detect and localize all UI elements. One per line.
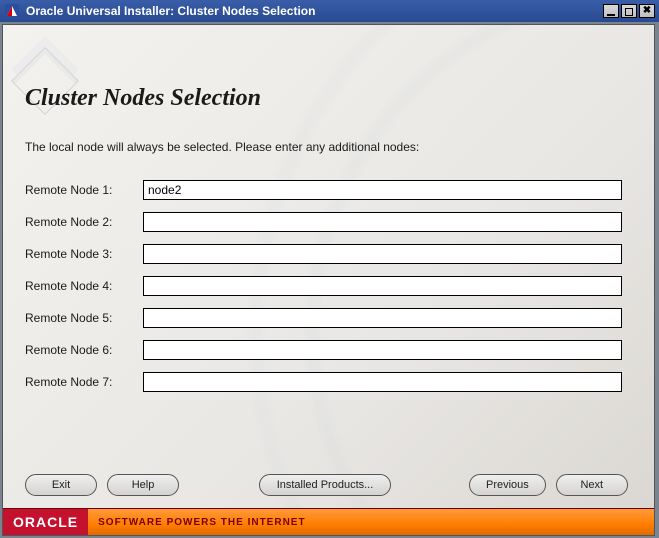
client-area: Cluster Nodes Selection The local node w… [2,24,655,536]
next-button[interactable]: Next [556,474,628,496]
remote-node-row: Remote Node 3: [25,244,622,264]
remote-node-label: Remote Node 1: [25,183,143,197]
footer-bar: ORACLE SOFTWARE POWERS THE INTERNET [3,508,654,535]
remote-node-label: Remote Node 7: [25,375,143,389]
remote-node-4-input[interactable] [143,276,622,296]
window: Oracle Universal Installer: Cluster Node… [0,0,659,538]
remote-node-row: Remote Node 2: [25,212,622,232]
remote-node-row: Remote Node 6: [25,340,622,360]
remote-node-5-input[interactable] [143,308,622,328]
close-button[interactable] [639,4,655,18]
minimize-button[interactable] [603,4,619,18]
exit-button[interactable]: Exit [25,474,97,496]
button-bar: Exit Help Installed Products... Previous… [3,463,654,507]
remote-node-label: Remote Node 3: [25,247,143,261]
previous-button[interactable]: Previous [469,474,546,496]
remote-node-label: Remote Node 5: [25,311,143,325]
remote-node-row: Remote Node 4: [25,276,622,296]
remote-node-row: Remote Node 5: [25,308,622,328]
remote-nodes-form: Remote Node 1: Remote Node 2: Remote Nod… [25,180,632,392]
remote-node-label: Remote Node 6: [25,343,143,357]
remote-node-2-input[interactable] [143,212,622,232]
installed-products-button[interactable]: Installed Products... [259,474,391,496]
remote-node-7-input[interactable] [143,372,622,392]
window-title: Oracle Universal Installer: Cluster Node… [26,4,315,18]
app-icon [4,3,20,19]
instruction-text: The local node will always be selected. … [25,140,632,154]
remote-node-label: Remote Node 4: [25,279,143,293]
remote-node-3-input[interactable] [143,244,622,264]
page-title: Cluster Nodes Selection [25,85,632,112]
oracle-logo: ORACLE [3,509,88,535]
remote-node-row: Remote Node 7: [25,372,622,392]
remote-node-label: Remote Node 2: [25,215,143,229]
maximize-button[interactable] [621,4,637,18]
titlebar[interactable]: Oracle Universal Installer: Cluster Node… [0,0,659,22]
help-button[interactable]: Help [107,474,179,496]
remote-node-row: Remote Node 1: [25,180,622,200]
content: Cluster Nodes Selection The local node w… [3,25,654,507]
footer-tagline: SOFTWARE POWERS THE INTERNET [88,509,654,535]
remote-node-6-input[interactable] [143,340,622,360]
remote-node-1-input[interactable] [143,180,622,200]
